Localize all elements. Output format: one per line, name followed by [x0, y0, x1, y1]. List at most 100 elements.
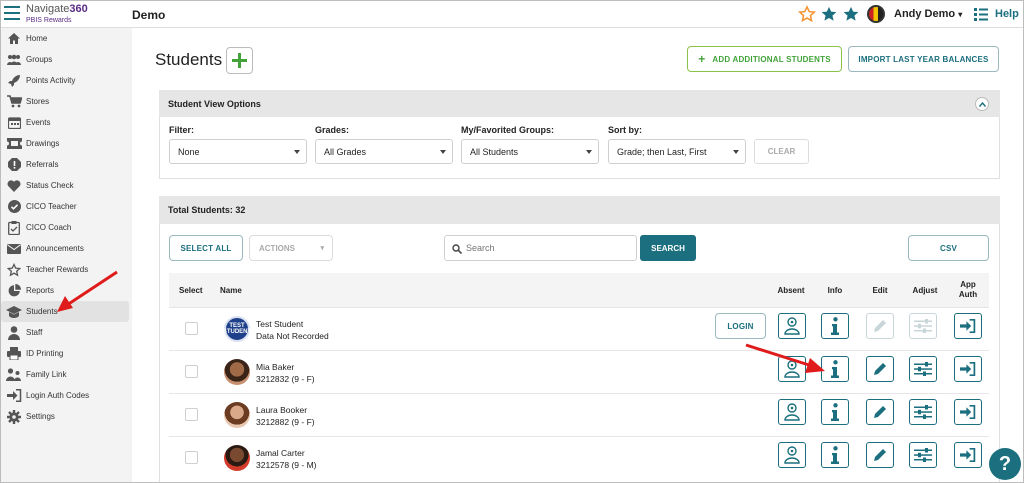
edit-button[interactable] — [866, 442, 894, 468]
search-button[interactable]: SEARCH — [640, 235, 696, 261]
sidebar-item-label: Events — [26, 118, 51, 127]
help-icon[interactable] — [973, 6, 989, 22]
row-checkbox[interactable] — [185, 365, 198, 378]
student-name-block: Jamal Carter 3212578 (9 - M) — [256, 447, 316, 471]
star-outline-icon[interactable] — [798, 5, 816, 23]
absent-button[interactable] — [778, 399, 806, 425]
student-avatar — [224, 445, 250, 471]
clipboard-icon — [6, 220, 22, 235]
person-icon — [6, 325, 22, 340]
filter-label: Filter: — [169, 125, 195, 135]
adjust-button[interactable] — [909, 442, 937, 468]
cart-icon — [6, 95, 22, 109]
select-all-button[interactable]: SELECT ALL — [169, 235, 243, 261]
page-context: Demo — [132, 8, 166, 22]
collapse-button[interactable] — [975, 97, 989, 111]
sidebar-item-announcements[interactable]: Announcements — [1, 238, 129, 259]
sidebar-item-id-printing[interactable]: ID Printing — [1, 343, 129, 364]
menu-icon[interactable] — [4, 6, 20, 20]
info-button[interactable] — [821, 399, 849, 425]
help-link[interactable]: Help — [995, 8, 1019, 20]
sidebar-item-points-activity[interactable]: Points Activity — [1, 70, 129, 91]
adjust-button[interactable] — [909, 356, 937, 382]
app-auth-button[interactable] — [954, 356, 982, 382]
grades-select[interactable]: All Grades — [315, 139, 453, 164]
student-name[interactable]: Test Student — [256, 318, 329, 330]
envelope-icon — [6, 242, 22, 256]
caret-down-icon — [294, 150, 300, 154]
edit-button[interactable] — [866, 399, 894, 425]
star-ratings — [798, 5, 860, 23]
filter-select[interactable]: None — [169, 139, 307, 164]
absent-button[interactable] — [778, 442, 806, 468]
sidebar-item-home[interactable]: Home — [1, 28, 129, 49]
sign-in-icon — [960, 405, 976, 419]
table-row: Mia Baker 3212832 (9 - F) — [169, 350, 989, 393]
app-auth-button[interactable] — [954, 313, 982, 339]
info-button[interactable] — [821, 313, 849, 339]
help-bubble-button[interactable]: ? — [989, 448, 1021, 480]
user-menu[interactable]: Andy Demo ▾ — [894, 8, 962, 20]
actions-dropdown[interactable]: ACTIONS ▾ — [249, 235, 333, 261]
sidebar-item-stores[interactable]: Stores — [1, 91, 129, 112]
sidebar-item-family-link[interactable]: Family Link — [1, 364, 129, 385]
sidebar-item-drawings[interactable]: Drawings — [1, 133, 129, 154]
printer-icon — [6, 347, 22, 361]
caret-down-icon — [586, 150, 592, 154]
gear-icon — [6, 409, 22, 424]
sort-select[interactable]: Grade; then Last, First — [608, 139, 746, 164]
edit-button[interactable] — [866, 356, 894, 382]
add-additional-students-button[interactable]: + ADD ADDITIONAL STUDENTS — [687, 46, 842, 72]
sidebar-item-cico-coach[interactable]: CICO Coach — [1, 217, 129, 238]
sidebar-item-referrals[interactable]: Referrals — [1, 154, 129, 175]
sidebar-item-staff[interactable]: Staff — [1, 322, 129, 343]
student-name[interactable]: Laura Booker — [256, 404, 315, 416]
sidebar-item-label: Staff — [26, 328, 43, 337]
chevron-down-icon: ▾ — [320, 245, 324, 252]
app-window: Navigate360 PBIS Rewards Demo Andy Demo … — [0, 0, 1024, 483]
app-auth-button[interactable] — [954, 442, 982, 468]
star-icon[interactable] — [820, 5, 838, 23]
star-icon[interactable] — [842, 5, 860, 23]
caret-down-icon — [440, 150, 446, 154]
plus-icon — [232, 53, 247, 68]
student-name[interactable]: Mia Baker — [256, 361, 315, 373]
login-button[interactable]: LOGIN — [715, 313, 766, 339]
app-auth-button[interactable] — [954, 399, 982, 425]
adjust-button[interactable] — [909, 399, 937, 425]
row-checkbox[interactable] — [185, 408, 198, 421]
total-students-header: Total Students: 32 — [159, 196, 1000, 224]
sidebar-item-settings[interactable]: Settings — [1, 406, 129, 427]
sign-in-icon — [960, 362, 976, 376]
pencil-icon — [874, 320, 886, 332]
info-button[interactable] — [821, 442, 849, 468]
row-checkbox[interactable] — [185, 322, 198, 335]
add-student-button[interactable] — [226, 47, 253, 74]
brand-logo[interactable]: Navigate360 PBIS Rewards — [26, 3, 88, 27]
plus-icon: + — [698, 52, 706, 66]
sidebar-item-login-auth-codes[interactable]: Login Auth Codes — [1, 385, 129, 406]
search-field[interactable] — [444, 235, 637, 261]
calendar-icon — [6, 116, 22, 130]
sidebar-item-cico-teacher[interactable]: CICO Teacher — [1, 196, 129, 217]
star-outline-icon — [6, 262, 22, 277]
sidebar-item-label: CICO Coach — [26, 223, 72, 232]
grades-label: Grades: — [315, 125, 350, 135]
user-avatar[interactable] — [867, 5, 885, 23]
brand-subtitle: PBIS Rewards — [26, 17, 72, 24]
clear-button[interactable]: CLEAR — [754, 139, 809, 164]
sidebar-item-events[interactable]: Events — [1, 112, 129, 133]
student-name[interactable]: Jamal Carter — [256, 447, 316, 459]
csv-button[interactable]: CSV — [908, 235, 989, 261]
sidebar-item-groups[interactable]: Groups — [1, 49, 129, 70]
sidebar-item-status-check[interactable]: Status Check — [1, 175, 129, 196]
student-name-block: Mia Baker 3212832 (9 - F) — [256, 361, 315, 385]
search-input[interactable] — [466, 239, 631, 257]
graduation-cap-icon — [6, 305, 22, 319]
row-checkbox[interactable] — [185, 451, 198, 464]
import-balances-button[interactable]: IMPORT LAST YEAR BALANCES — [848, 46, 999, 72]
student-name-block: Test Student Data Not Recorded — [256, 318, 329, 342]
absent-button[interactable] — [778, 313, 806, 339]
groups-select[interactable]: All Students — [461, 139, 599, 164]
info-icon — [831, 446, 839, 464]
